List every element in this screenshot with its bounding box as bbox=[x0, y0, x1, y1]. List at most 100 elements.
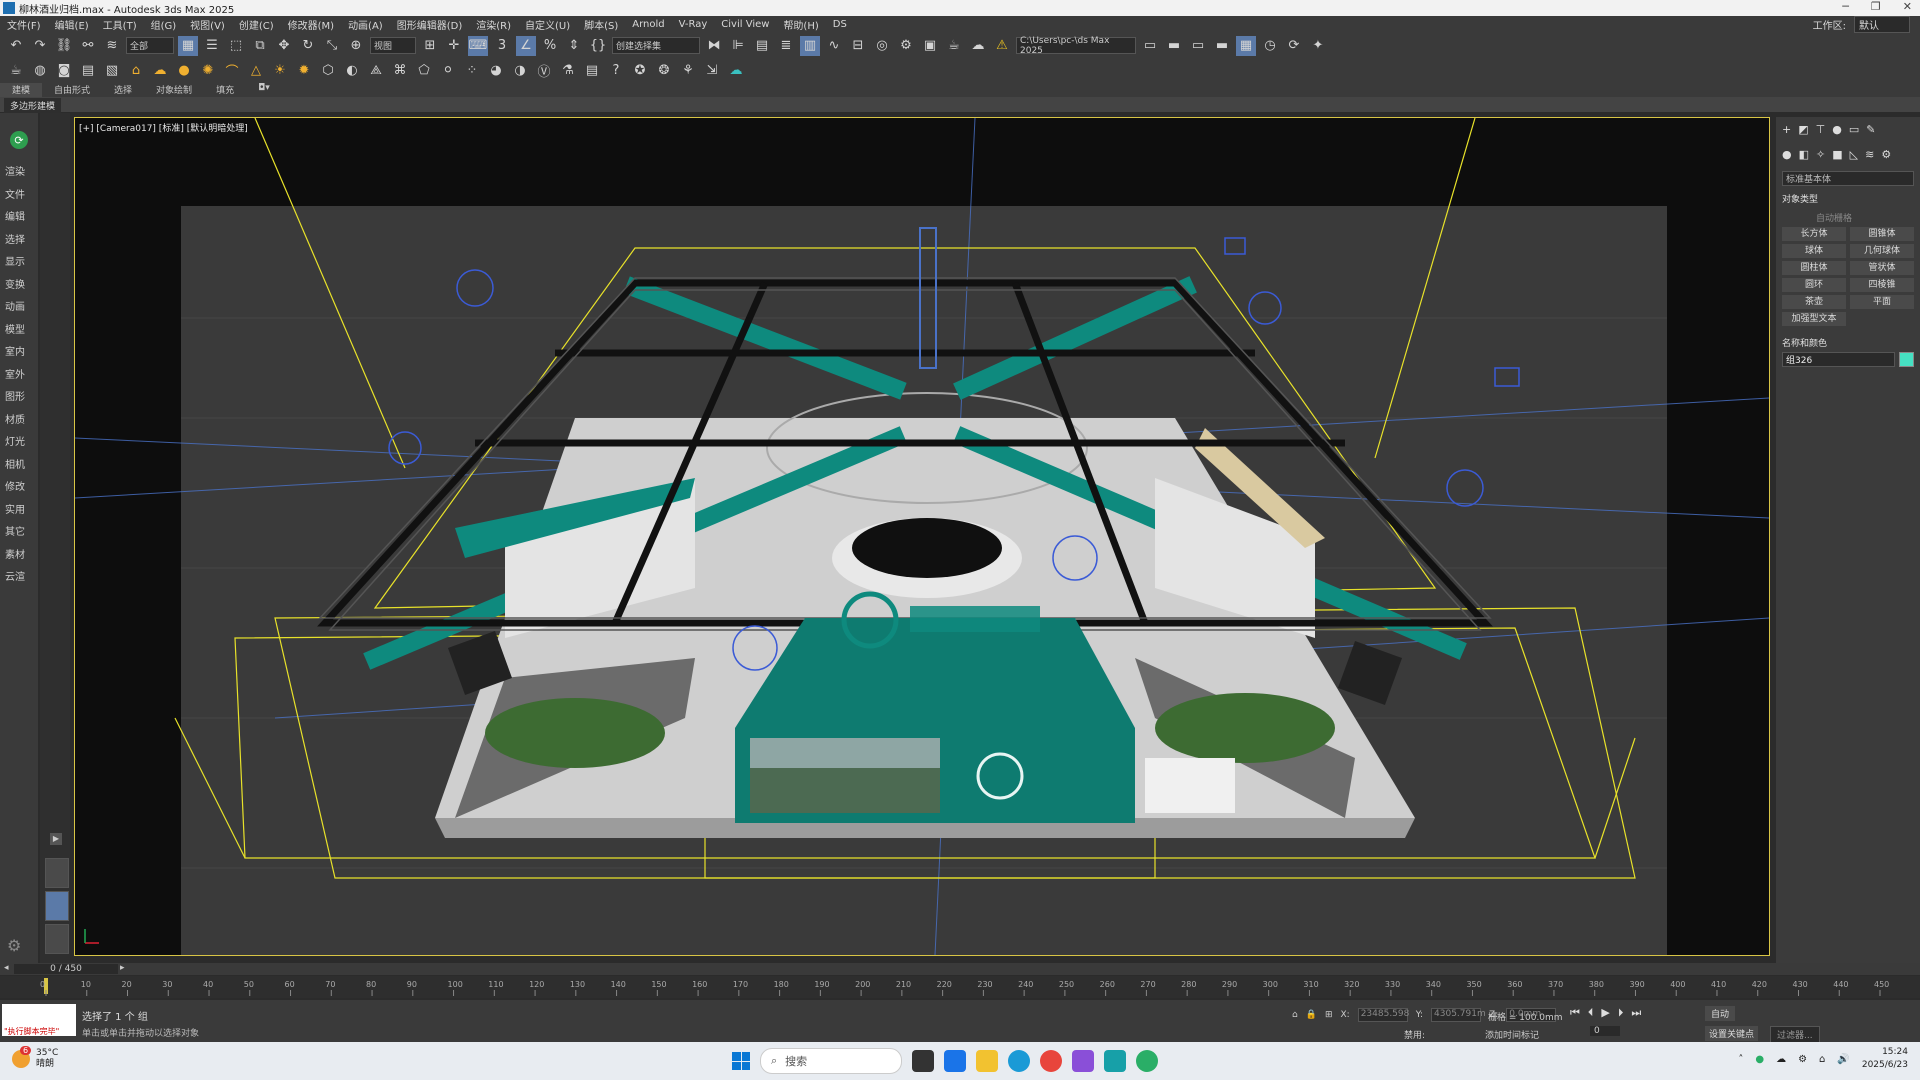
spinner-snap-icon[interactable]: ⇕ bbox=[564, 36, 584, 56]
bind-spacewarp-icon[interactable]: ≋ bbox=[102, 36, 122, 56]
geosphere-button[interactable]: 几何球体 bbox=[1850, 244, 1914, 258]
selection-filter-dropdown[interactable]: 全部 bbox=[126, 37, 174, 54]
menu-customize[interactable]: 自定义(U) bbox=[518, 17, 577, 32]
reference-coordinate-dropdown[interactable]: 视图 bbox=[370, 37, 416, 54]
left-item-transform[interactable]: 变换 bbox=[0, 276, 38, 299]
curve-editor-icon[interactable]: ∿ bbox=[824, 36, 844, 56]
object-name-field[interactable]: 组326 bbox=[1782, 352, 1895, 367]
project-folder-icon[interactable]: ▭ bbox=[1140, 36, 1160, 56]
left-item-camera[interactable]: 相机 bbox=[0, 456, 38, 479]
left-item-utility[interactable]: 实用 bbox=[0, 501, 38, 524]
utilities-tab-icon[interactable]: ✎ bbox=[1866, 123, 1875, 136]
percent-snap-icon[interactable]: % bbox=[540, 36, 560, 56]
systems-icon[interactable]: ⚙ bbox=[1881, 148, 1891, 161]
vray-sun-light-icon[interactable]: ☀ bbox=[270, 61, 290, 81]
teapot-icon[interactable]: ☕ bbox=[6, 61, 26, 81]
left-item-shapes[interactable]: 图形 bbox=[0, 388, 38, 411]
lights-icon[interactable]: ✧ bbox=[1816, 148, 1825, 161]
scene-icon[interactable]: ▤ bbox=[78, 61, 98, 81]
help-icon[interactable]: ? bbox=[606, 61, 626, 81]
layout-tab-3[interactable] bbox=[45, 924, 69, 954]
hierarchy-tab-icon[interactable]: ⊤ bbox=[1816, 123, 1826, 136]
box-button[interactable]: 长方体 bbox=[1782, 227, 1846, 241]
select-object-icon[interactable]: ▦ bbox=[178, 35, 198, 56]
play-icon[interactable]: ▶ bbox=[1601, 1006, 1609, 1020]
previous-key-icon[interactable]: ⏴ bbox=[1588, 1006, 1594, 1020]
x-coordinate[interactable]: 23485.598 bbox=[1357, 1008, 1409, 1022]
tray-volume-icon[interactable]: 🔊 bbox=[1837, 1054, 1849, 1065]
task-view-icon[interactable] bbox=[912, 1050, 934, 1072]
undo-icon[interactable]: ↶ bbox=[6, 36, 26, 56]
plugin-icon[interactable]: ✦ bbox=[1308, 36, 1328, 56]
left-item-animation[interactable]: 动画 bbox=[0, 298, 38, 321]
vray-blend-icon[interactable]: ◕ bbox=[486, 61, 506, 81]
cylinder-button[interactable]: 圆柱体 bbox=[1782, 261, 1846, 275]
unlink-icon[interactable]: ⚯ bbox=[78, 36, 98, 56]
enscape-icon[interactable]: ⇲ bbox=[702, 61, 722, 81]
render-icon[interactable]: ☕ bbox=[944, 36, 964, 56]
left-item-exterior[interactable]: 室外 bbox=[0, 366, 38, 389]
go-to-end-icon[interactable]: ⏭ bbox=[1631, 1006, 1641, 1020]
mirror-icon[interactable]: ⧓ bbox=[704, 36, 724, 56]
vray-fur-icon[interactable]: ⌘ bbox=[390, 61, 410, 81]
menu-file[interactable]: 文件(F) bbox=[0, 17, 48, 32]
toggle-layer-explorer-icon[interactable]: ≣ bbox=[776, 36, 796, 56]
lock-icon[interactable]: 🔒 bbox=[1306, 1010, 1317, 1020]
key-filters-button[interactable]: 过滤器... bbox=[1770, 1026, 1820, 1043]
vray-2sided-icon[interactable]: ◑ bbox=[510, 61, 530, 81]
camera-viewport[interactable]: [+] [Camera017] [标准] [默认明暗处理] bbox=[74, 117, 1770, 956]
tray-cloud-icon[interactable]: ☁ bbox=[1776, 1054, 1786, 1065]
vray-ambient-icon[interactable]: ⌒ bbox=[222, 61, 242, 81]
y-coordinate[interactable]: 4305.791m bbox=[1431, 1008, 1486, 1022]
menu-ds[interactable]: DS bbox=[826, 19, 854, 30]
menu-animation[interactable]: 动画(A) bbox=[341, 17, 390, 32]
menu-graph-editors[interactable]: 图形编辑器(D) bbox=[390, 17, 470, 32]
move-icon[interactable]: ✥ bbox=[274, 36, 294, 56]
tray-network-icon[interactable]: ⌂ bbox=[1819, 1054, 1825, 1065]
tray-wechat-icon[interactable]: ● bbox=[1755, 1054, 1764, 1065]
object-type-rollout-title[interactable]: 对象类型 bbox=[1782, 192, 1914, 205]
cloud-render-icon[interactable]: ☁ bbox=[726, 61, 746, 81]
expand-arrow-icon[interactable]: ▶ bbox=[50, 833, 62, 845]
display-tab-icon[interactable]: ▭ bbox=[1849, 123, 1859, 136]
vray-lister-icon[interactable]: ▤ bbox=[582, 61, 602, 81]
toggle-ribbon-icon[interactable]: ▥ bbox=[800, 35, 820, 56]
create-tab-icon[interactable]: + bbox=[1782, 123, 1791, 136]
rendered-frame-icon[interactable]: ▣ bbox=[920, 36, 940, 56]
edge-icon[interactable] bbox=[1008, 1050, 1030, 1072]
taskbar-clock[interactable]: 15:24 2025/6/23 bbox=[1862, 1046, 1908, 1072]
plane-button[interactable]: 平面 bbox=[1850, 295, 1914, 309]
edit-named-selection-icon[interactable]: {} bbox=[588, 36, 608, 56]
tab-object-paint[interactable]: 对象绘制 bbox=[144, 83, 204, 97]
prev-frame-icon[interactable]: ◂ bbox=[4, 963, 9, 973]
named-selection-dropdown[interactable]: 创建选择集 bbox=[612, 37, 700, 54]
minimize-icon[interactable]: ─ bbox=[1842, 0, 1849, 13]
scale-icon[interactable]: ⤡ bbox=[322, 36, 342, 56]
menu-help[interactable]: 帮助(H) bbox=[776, 17, 825, 32]
left-item-modify[interactable]: 修改 bbox=[0, 478, 38, 501]
menu-tools[interactable]: 工具(T) bbox=[96, 17, 144, 32]
vray-frame-buffer-icon[interactable]: ▧ bbox=[102, 61, 122, 81]
settings-gear-icon[interactable]: ⚙ bbox=[7, 936, 21, 955]
left-item-select[interactable]: 选择 bbox=[0, 231, 38, 254]
vray-scatter-icon[interactable]: ⬠ bbox=[414, 61, 434, 81]
vray-cloud-icon[interactable]: ⚗ bbox=[558, 61, 578, 81]
render-setup-icon[interactable]: ⚙ bbox=[896, 36, 916, 56]
chrome-icon[interactable] bbox=[1040, 1050, 1062, 1072]
vray-sun-icon[interactable]: ● bbox=[174, 61, 194, 81]
open-explorer-icon[interactable]: ▬ bbox=[1164, 36, 1184, 56]
time-slider[interactable]: 0 / 450 bbox=[14, 964, 118, 974]
subtab-polygon-modeling[interactable]: 多边形建模 bbox=[4, 98, 62, 113]
menu-views[interactable]: 视图(V) bbox=[183, 17, 232, 32]
primitive-category-dropdown[interactable]: 标准基本体 bbox=[1782, 171, 1914, 186]
rotate-icon[interactable]: ↻ bbox=[298, 36, 318, 56]
export-icon[interactable]: ▭ bbox=[1188, 36, 1208, 56]
placement-icon[interactable]: ⊕ bbox=[346, 36, 366, 56]
set-key-button[interactable]: 设置关键点 bbox=[1705, 1026, 1759, 1041]
window-crossing-icon[interactable]: ⧉ bbox=[250, 36, 270, 56]
motion-tab-icon[interactable]: ● bbox=[1832, 123, 1842, 136]
warning-icon[interactable]: ⚠ bbox=[992, 36, 1012, 56]
vray-material-icon[interactable]: ⚪ bbox=[438, 61, 458, 81]
menu-modifiers[interactable]: 修改器(M) bbox=[281, 17, 341, 32]
plugin-logo-icon[interactable]: ⟳ bbox=[10, 131, 28, 149]
